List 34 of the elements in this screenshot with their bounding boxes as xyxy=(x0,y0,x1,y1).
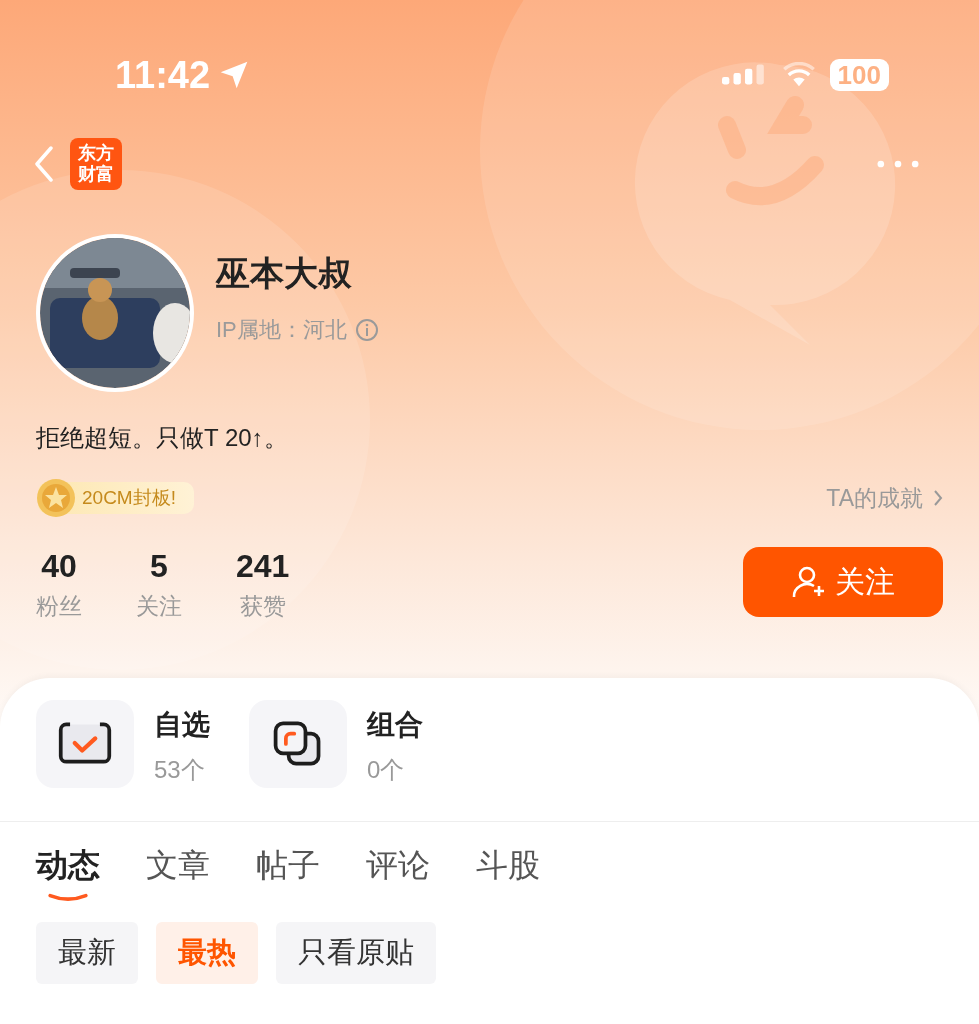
stat-label: 获赞 xyxy=(239,592,286,621)
stacked-squares-icon[interactable] xyxy=(249,700,347,788)
achievement-badge: 20CM封板! xyxy=(38,482,194,514)
app-logo: 东方 财富 xyxy=(70,138,122,190)
shortcut-title[interactable]: 自选 xyxy=(154,706,210,744)
stat-value: 40 xyxy=(41,548,77,585)
status-time: 11:42 xyxy=(115,53,211,97)
shortcut-title[interactable]: 组合 xyxy=(367,706,423,744)
stat-value: 5 xyxy=(150,548,168,585)
tab[interactable]: 斗股 xyxy=(476,844,540,904)
filter-chip[interactable]: 只看原贴 xyxy=(276,922,436,984)
chevron-icon[interactable] xyxy=(933,489,943,507)
shortcut-count: 53个 xyxy=(154,755,206,785)
star-medal-icon xyxy=(36,478,76,518)
more-icon[interactable] xyxy=(877,160,919,168)
add-user-icon[interactable] xyxy=(791,564,827,600)
wifi-icon xyxy=(781,62,816,88)
info-icon[interactable] xyxy=(354,318,379,342)
checkbox-icon[interactable] xyxy=(36,700,134,788)
stat-label: 粉丝 xyxy=(36,592,82,621)
shortcut-count: 0个 xyxy=(367,755,406,785)
tab[interactable]: 文章 xyxy=(146,844,210,904)
tab[interactable]: 帖子 xyxy=(256,844,320,904)
stat-label: 关注 xyxy=(136,592,182,621)
back-icon[interactable] xyxy=(34,146,54,182)
battery-indicator: 100 xyxy=(829,59,889,91)
tab-underline xyxy=(48,892,88,902)
ip-location: IP属地：河北 xyxy=(216,316,347,344)
stat-value: 241 xyxy=(236,548,290,585)
tab[interactable]: 评论 xyxy=(366,844,430,904)
bio-text: 拒绝超短。只做T 20↑。 xyxy=(35,423,289,453)
filter-chip[interactable]: 最新 xyxy=(36,922,138,984)
tab[interactable]: 动态 xyxy=(36,844,100,904)
user-name: 巫本大叔 xyxy=(216,253,353,294)
